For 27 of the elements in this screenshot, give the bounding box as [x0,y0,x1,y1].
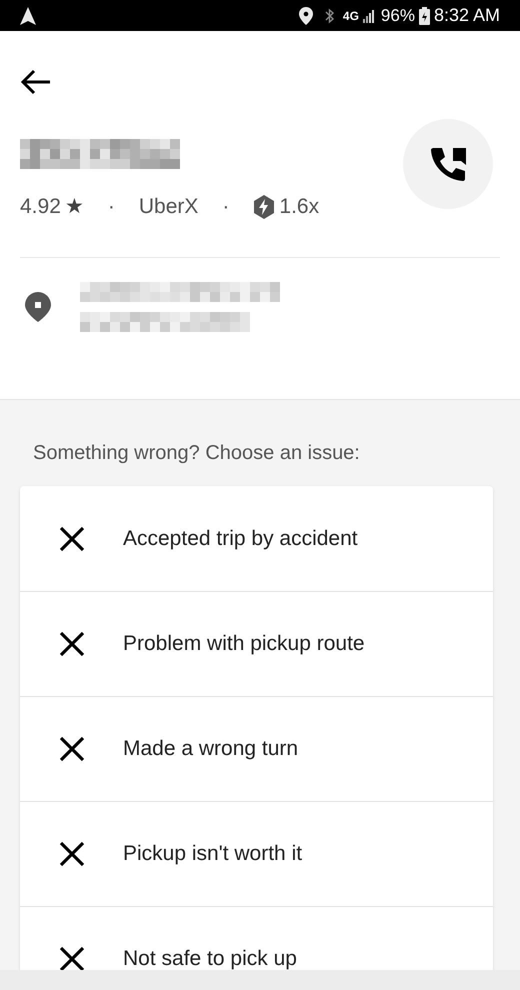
surge-multiplier: 1.6x [279,194,320,220]
issue-item[interactable]: Made a wrong turn [20,696,493,801]
close-icon [59,631,85,657]
issues-heading: Something wrong? Choose an issue: [33,441,361,466]
bluetooth-icon [324,8,335,24]
separator-dot: · [108,194,115,220]
battery-percent: 96% [380,4,415,27]
star-icon: ★ [64,191,84,222]
issue-item[interactable]: Accepted trip by accident [20,486,493,591]
issue-item[interactable]: Problem with pickup route [20,591,493,696]
driver-rating: 4.92 [20,194,61,220]
pin-icon [25,292,51,322]
clock: 8:32 AM [434,4,500,27]
signal-icon [362,8,377,22]
close-icon [59,736,85,762]
separator-dot: · [222,194,230,220]
location-icon [298,6,313,24]
network-type: 4G [342,10,359,22]
close-icon [59,526,85,552]
battery-icon [418,6,430,24]
close-icon [59,946,85,970]
surge-icon [253,194,276,219]
navigation-icon [20,6,36,24]
issue-item[interactable]: Pickup isn't worth it [20,801,493,906]
close-icon [59,841,85,867]
vehicle-type: UberX [138,194,198,220]
phone-icon [429,145,467,183]
